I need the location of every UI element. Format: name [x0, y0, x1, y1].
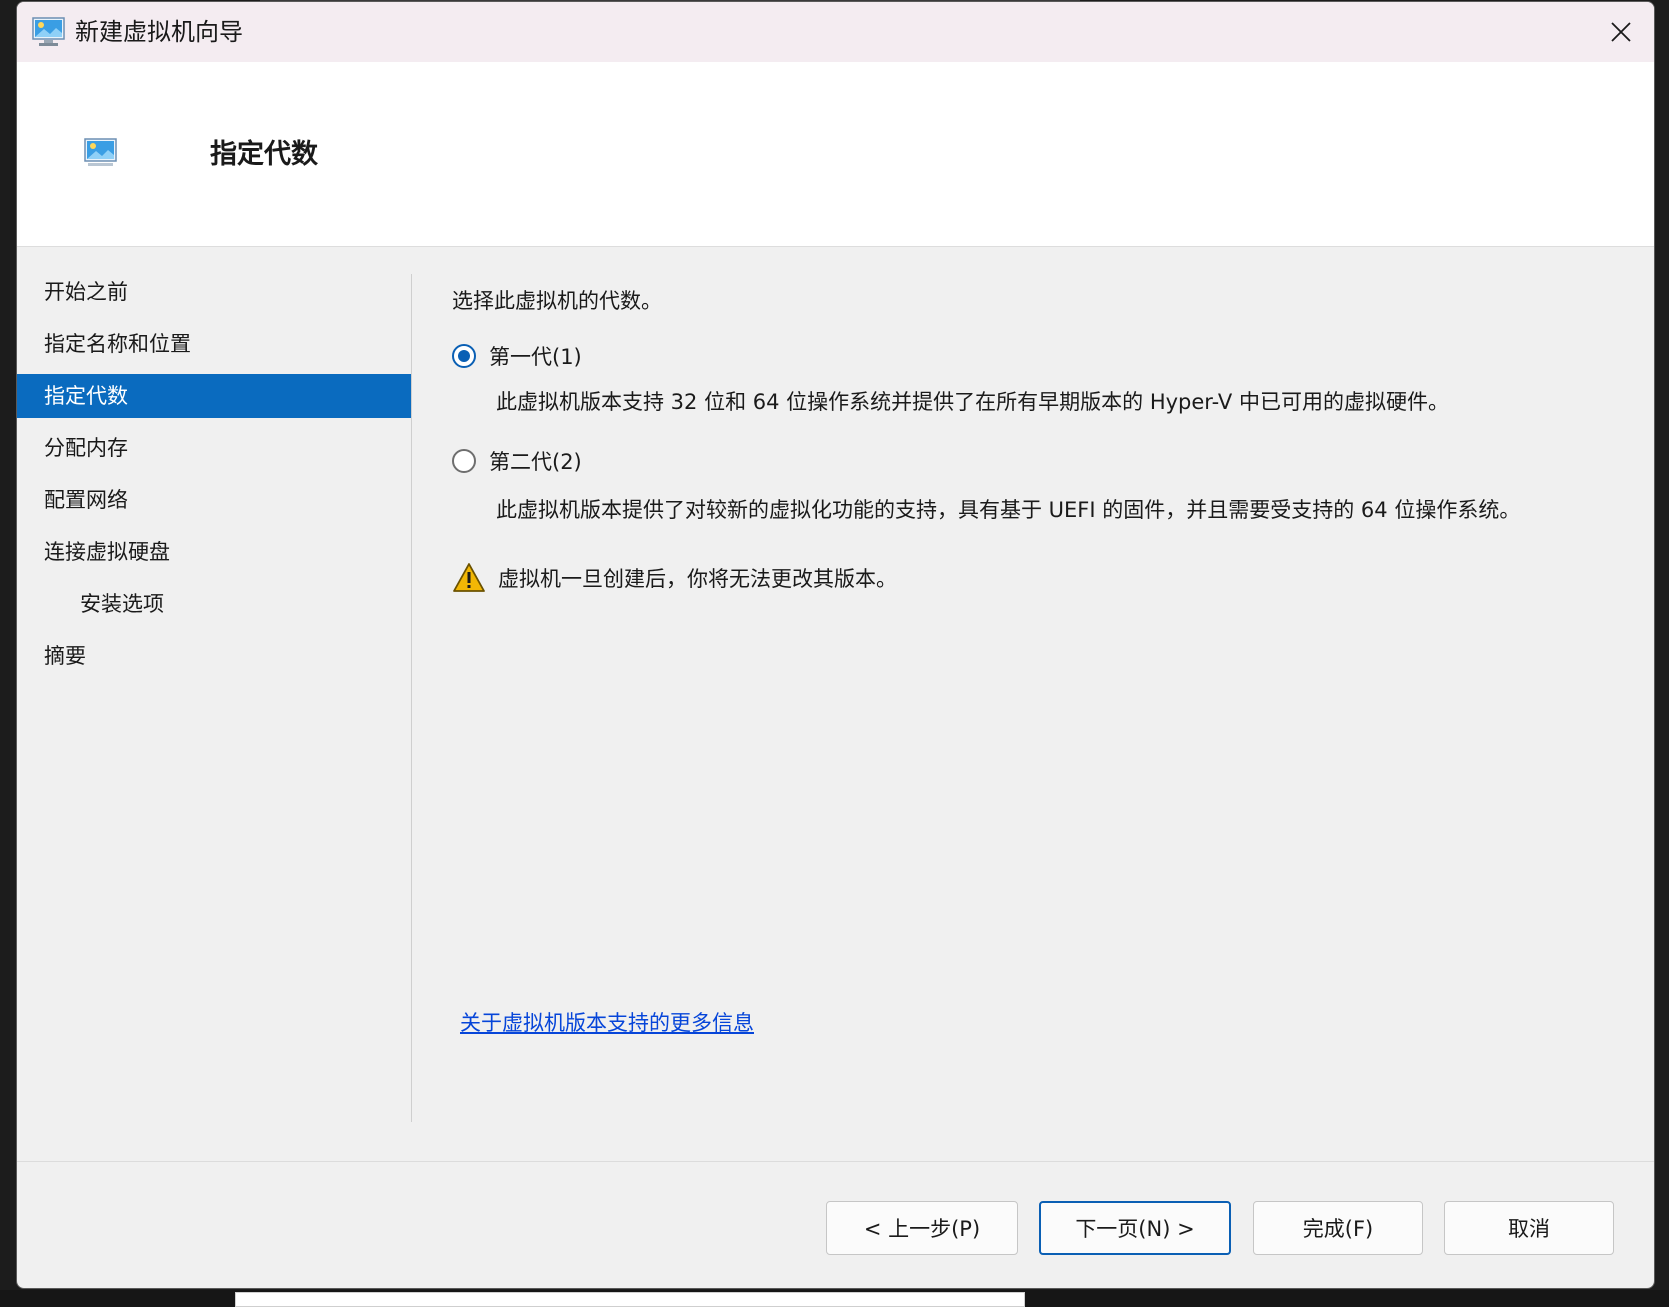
warning-icon: [453, 563, 485, 592]
wizard-header: 指定代数: [17, 62, 1654, 247]
radio-label-generation-2: 第二代(2): [489, 450, 582, 474]
close-icon: [1611, 22, 1631, 42]
cancel-button[interactable]: 取消: [1444, 1201, 1614, 1255]
next-button[interactable]: 下一页(N) >: [1039, 1201, 1231, 1255]
vm-monitor-icon: [84, 138, 117, 166]
version-warning: 虚拟机一旦创建后，你将无法更改其版本。: [452, 562, 897, 593]
nav-item-network[interactable]: 配置网络: [17, 478, 411, 522]
nav-item-virtual-disk[interactable]: 连接虚拟硬盘: [17, 530, 411, 574]
footer-divider: [17, 1161, 1654, 1162]
nav-item-install-options[interactable]: 安装选项: [17, 582, 411, 626]
radio-button-checked[interactable]: [452, 344, 476, 368]
nav-item-memory[interactable]: 分配内存: [17, 426, 411, 470]
generation-prompt: 选择此虚拟机的代数。: [452, 289, 662, 313]
wizard-window: 新建虚拟机向导 指定代数 开始之前 指定名称和位置 指定代数 分配内存 配置网络…: [16, 1, 1655, 1289]
nav-divider: [411, 274, 412, 1122]
nav-item-before-you-begin[interactable]: 开始之前: [17, 270, 411, 314]
title-bar: 新建虚拟机向导: [17, 2, 1654, 62]
page-title: 指定代数: [210, 139, 318, 170]
generation-2-description: 此虚拟机版本提供了对较新的虚拟化功能的支持，具有基于 UEFI 的固件，并且需要…: [496, 498, 1521, 522]
vm-monitor-icon: [32, 17, 65, 46]
back-button[interactable]: < 上一步(P): [826, 1201, 1018, 1255]
close-button[interactable]: [1588, 2, 1654, 62]
finish-button[interactable]: 完成(F): [1253, 1201, 1423, 1255]
background-window-edge: [235, 1292, 1025, 1307]
nav-item-generation[interactable]: 指定代数: [17, 374, 411, 418]
radio-button-unchecked[interactable]: [452, 449, 476, 473]
nav-item-summary[interactable]: 摘要: [17, 634, 411, 678]
nav-item-name-location[interactable]: 指定名称和位置: [17, 322, 411, 366]
warning-text: 虚拟机一旦创建后，你将无法更改其版本。: [498, 566, 897, 591]
radio-generation-2[interactable]: 第二代(2): [452, 446, 582, 476]
window-title: 新建虚拟机向导: [75, 18, 243, 46]
radio-generation-1[interactable]: 第一代(1): [452, 341, 582, 371]
radio-label-generation-1: 第一代(1): [489, 345, 582, 369]
wizard-steps-nav: 开始之前 指定名称和位置 指定代数 分配内存 配置网络 连接虚拟硬盘 安装选项 …: [17, 270, 411, 686]
more-info-link[interactable]: 关于虚拟机版本支持的更多信息: [460, 1007, 754, 1037]
generation-1-description: 此虚拟机版本支持 32 位和 64 位操作系统并提供了在所有早期版本的 Hype…: [496, 390, 1449, 414]
